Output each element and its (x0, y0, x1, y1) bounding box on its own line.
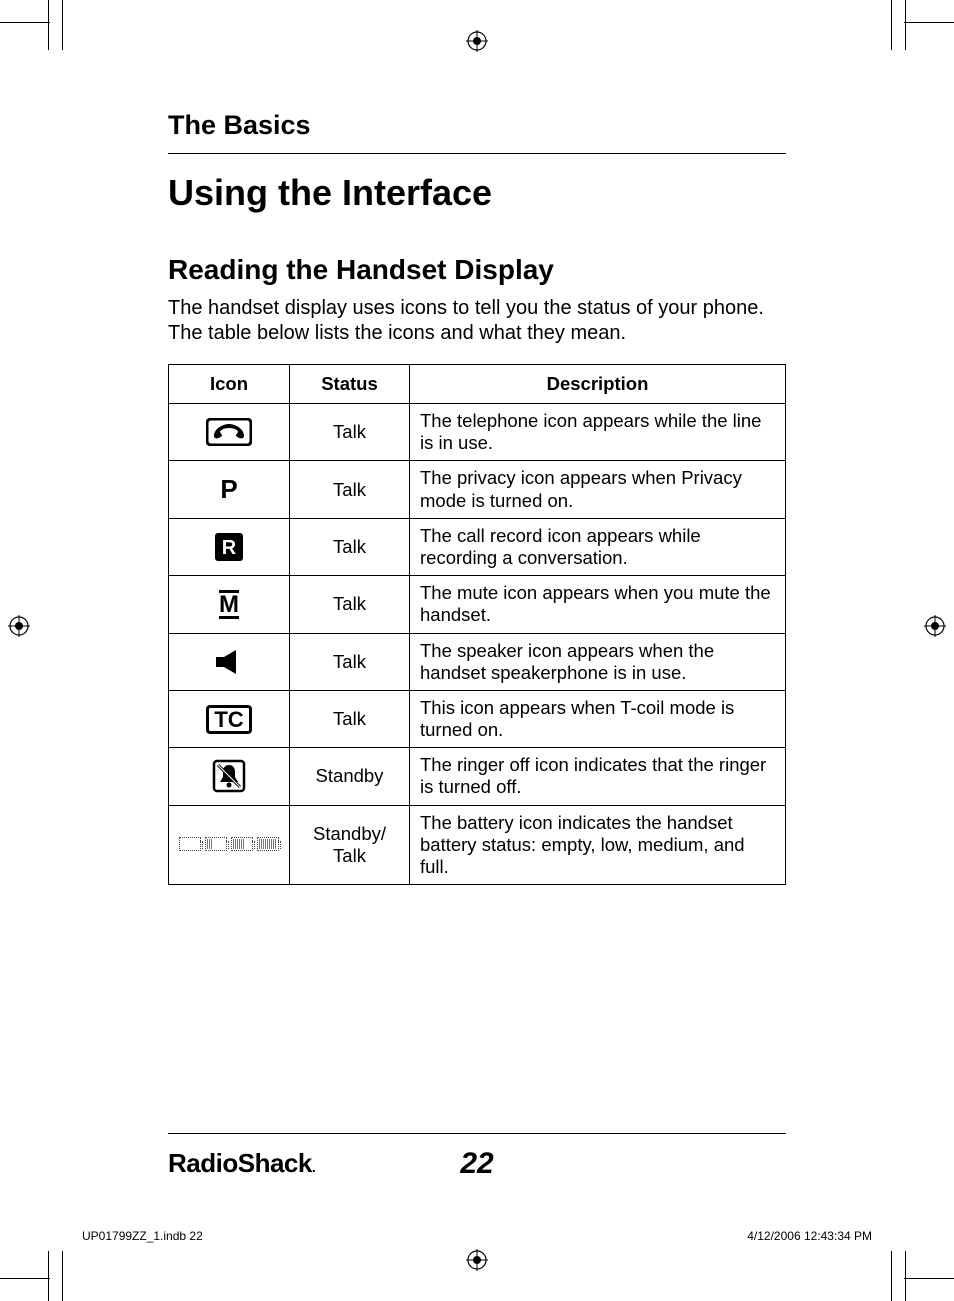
description-cell: The speaker icon appears when the handse… (410, 633, 786, 690)
speaker-icon (214, 649, 244, 675)
status-cell: Talk (290, 633, 410, 690)
description-cell: The mute icon appears when you mute the … (410, 576, 786, 633)
table-row: R Talk The call record icon appears whil… (169, 518, 786, 575)
table-header-status: Status (290, 365, 410, 404)
table-row: Talk The telephone icon appears while th… (169, 404, 786, 461)
table-row: Standby/ Talk The battery icon indicates… (169, 805, 786, 885)
slug-file: UP01799ZZ_1.indb 22 (82, 1229, 203, 1243)
table-header-description: Description (410, 365, 786, 404)
registration-mark-icon (8, 615, 30, 637)
tcoil-icon: TC (206, 705, 251, 734)
description-cell: The privacy icon appears when Privacy mo… (410, 461, 786, 518)
telephone-icon (206, 418, 252, 446)
registration-mark-icon (924, 615, 946, 637)
battery-icon (179, 837, 279, 851)
status-cell: Standby (290, 748, 410, 805)
description-cell: The call record icon appears while recor… (410, 518, 786, 575)
footer-rule (168, 1133, 786, 1134)
ringer-off-icon (212, 759, 246, 793)
section-rule (168, 153, 786, 154)
privacy-icon: P (220, 476, 237, 502)
brand-logo: RadioShack. (168, 1148, 315, 1179)
status-cell: Standby/ Talk (290, 805, 410, 885)
description-cell: The telephone icon appears while the lin… (410, 404, 786, 461)
table-row: P Talk The privacy icon appears when Pri… (169, 461, 786, 518)
registration-mark-icon (466, 30, 488, 52)
status-cell: Talk (290, 576, 410, 633)
svg-text:R: R (222, 537, 237, 559)
icon-table: Icon Status Description Talk The telepho… (168, 364, 786, 885)
section-title: The Basics (168, 110, 786, 141)
description-cell: The ringer off icon indicates that the r… (410, 748, 786, 805)
intro-paragraph: The handset display uses icons to tell y… (168, 296, 786, 346)
status-cell: Talk (290, 404, 410, 461)
status-cell: Talk (290, 690, 410, 747)
registration-mark-icon (466, 1249, 488, 1271)
status-cell: Talk (290, 518, 410, 575)
record-icon: R (214, 532, 244, 562)
page-heading: Using the Interface (168, 172, 786, 214)
table-row: Talk The speaker icon appears when the h… (169, 633, 786, 690)
table-row: TC Talk This icon appears when T-coil mo… (169, 690, 786, 747)
description-cell: The battery icon indicates the handset b… (410, 805, 786, 885)
table-row: M Talk The mute icon appears when you mu… (169, 576, 786, 633)
slug-timestamp: 4/12/2006 12:43:34 PM (747, 1229, 872, 1243)
table-header-icon: Icon (169, 365, 290, 404)
subheading: Reading the Handset Display (168, 254, 786, 286)
page-number: 22 (460, 1147, 493, 1181)
status-cell: Talk (290, 461, 410, 518)
description-cell: This icon appears when T-coil mode is tu… (410, 690, 786, 747)
mute-icon: M (219, 590, 239, 619)
table-row: Standby The ringer off icon indicates th… (169, 748, 786, 805)
